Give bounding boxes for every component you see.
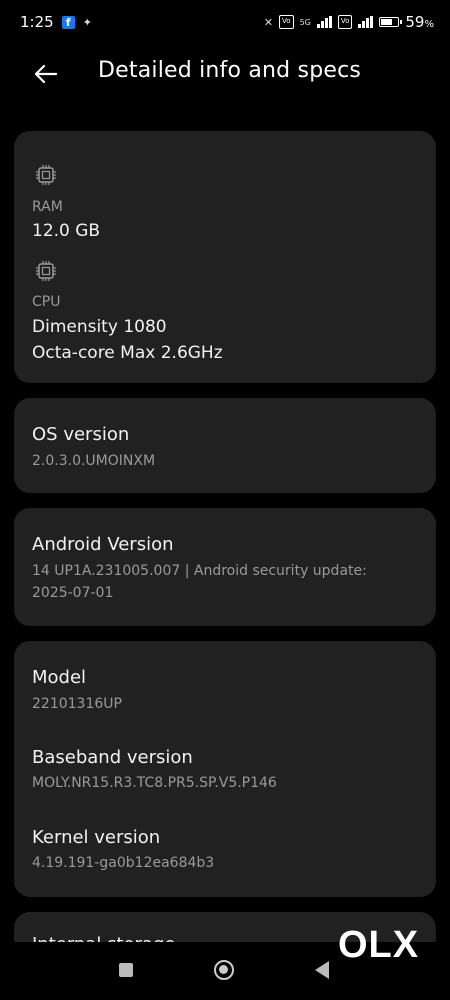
os-version-value: 2.0.3.0.UMOINXM <box>32 453 156 469</box>
battery-icon <box>379 17 403 27</box>
model-value: 22101316UP <box>32 696 122 712</box>
cpu-detail: Octa-core Max 2.6GHz <box>32 343 223 363</box>
os-version-card[interactable]: OS version 2.0.3.0.UMOINXM <box>14 398 436 493</box>
page-title: Detailed info and specs <box>98 58 362 83</box>
baseband-label: Baseband version <box>32 747 193 768</box>
status-time: 1:25 <box>20 13 54 31</box>
kernel-value: 4.19.191-ga0b12ea684b3 <box>32 855 215 871</box>
internal-storage-label: Internal storage <box>32 934 175 942</box>
network-type: 5G <box>299 17 311 27</box>
home-button[interactable] <box>214 960 234 980</box>
app-notification-icon: ✦ <box>82 15 92 29</box>
volte-icon-2: Vo <box>337 15 353 29</box>
back-nav-button[interactable] <box>315 961 329 979</box>
os-version-label: OS version <box>32 424 130 445</box>
arrow-left-icon[interactable] <box>30 58 62 90</box>
battery-percent: 59% <box>405 13 434 31</box>
status-left: 1:25 f ✦ <box>20 13 92 31</box>
signal-icon-2 <box>358 16 374 28</box>
hardware-card: RAM 12.0 GB CPU Dimensity 1080 Octa-core… <box>14 131 436 383</box>
recents-button[interactable] <box>119 963 133 977</box>
cpu-label: CPU <box>32 294 61 310</box>
android-version-card[interactable]: Android Version 14 UP1A.231005.007 | And… <box>14 508 436 626</box>
memory-chip-icon <box>36 165 56 185</box>
kernel-label: Kernel version <box>32 827 161 848</box>
status-right: ✕ Vo 5G Vo 59% <box>264 13 434 31</box>
device-info-card: Model 22101316UP Baseband version MOLY.N… <box>14 641 436 897</box>
olx-watermark-logo: OLX <box>338 924 420 966</box>
baseband-value: MOLY.NR15.R3.TC8.PR5.SP.V5.P146 <box>32 775 277 791</box>
ram-value: 12.0 GB <box>32 221 101 241</box>
android-version-value-line2: 2025-07-01 <box>32 585 114 601</box>
signal-icon <box>316 16 332 28</box>
vibrate-icon: ✕ <box>263 15 274 29</box>
cpu-name: Dimensity 1080 <box>32 317 167 337</box>
status-bar: 1:25 f ✦ ✕ Vo 5G Vo 59% <box>0 0 450 44</box>
android-version-value-line1: 14 UP1A.231005.007 | Android security up… <box>32 563 367 579</box>
volte-icon: Vo <box>279 15 294 29</box>
android-version-label: Android Version <box>32 534 174 555</box>
cpu-chip-icon <box>36 261 56 281</box>
model-label: Model <box>32 667 87 688</box>
ram-label: RAM <box>32 199 63 215</box>
app-header: Detailed info and specs <box>0 44 450 104</box>
facebook-notification-icon: f <box>61 15 75 29</box>
